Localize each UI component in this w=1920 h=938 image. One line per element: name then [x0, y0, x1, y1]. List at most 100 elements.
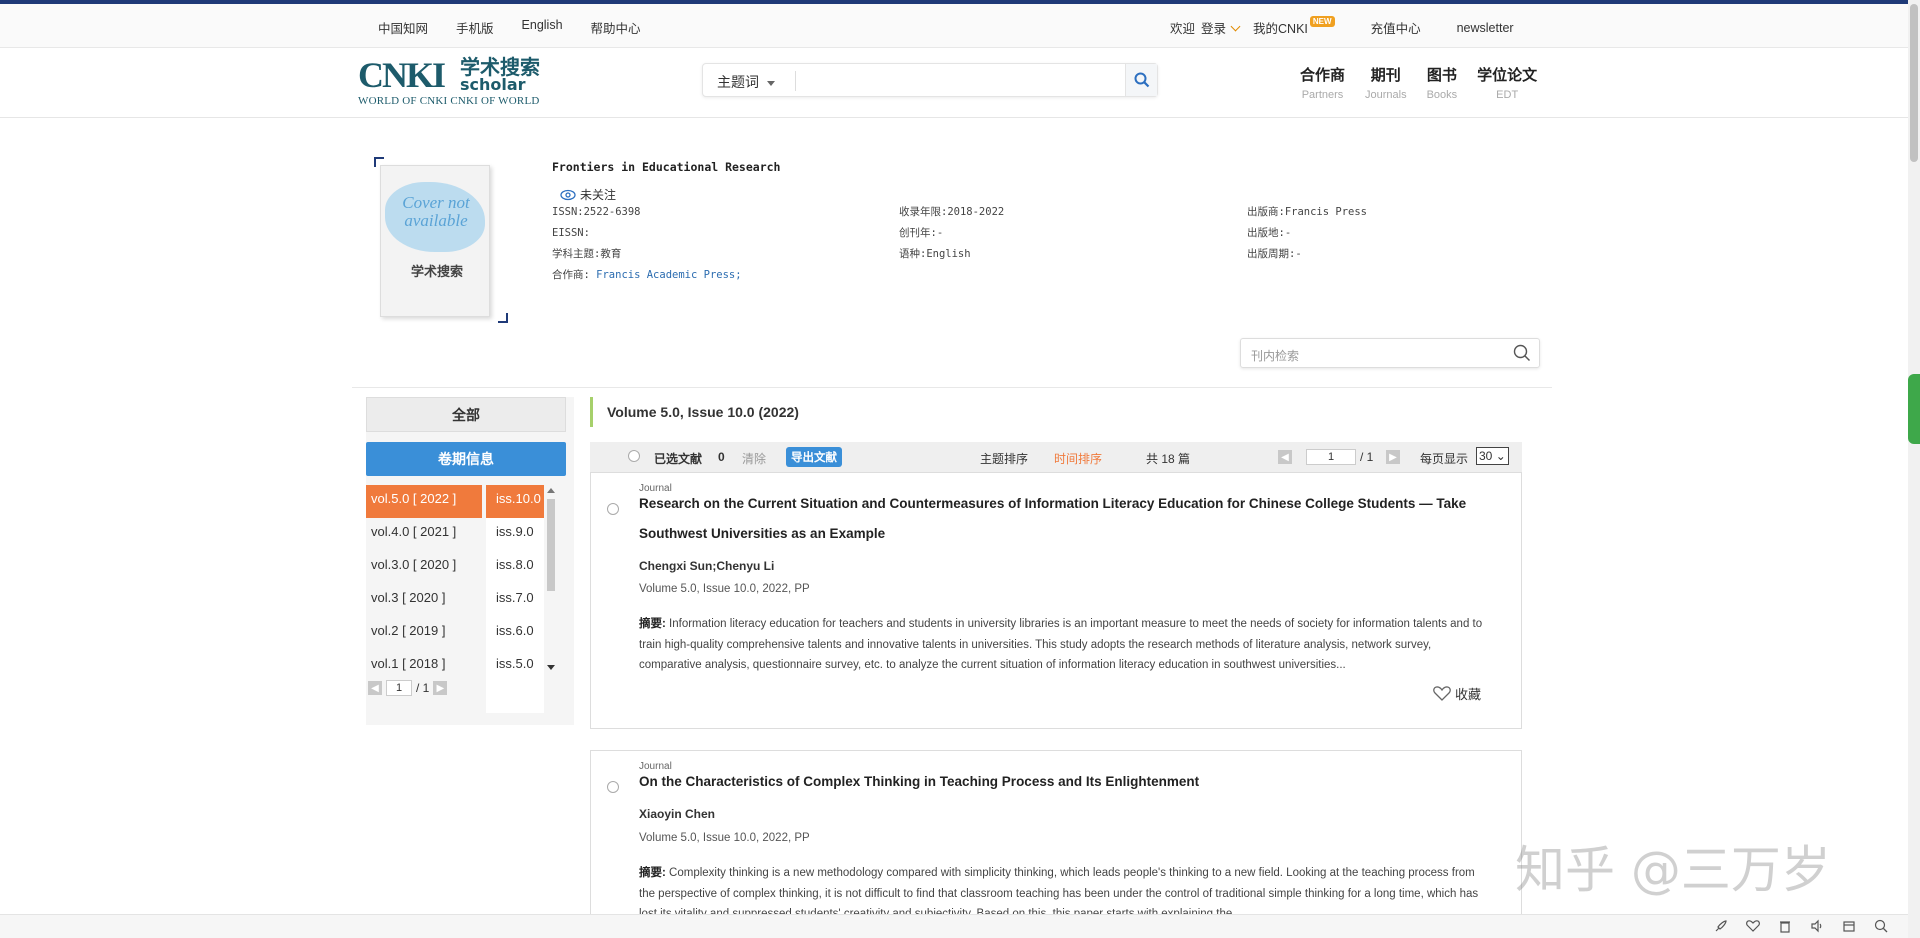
language: 语种:English: [899, 248, 971, 260]
main-nav: 合作商 Partners 期刊 Journals 图书 Books 学位论文 E…: [1300, 64, 1537, 101]
article-title[interactable]: On the Characteristics of Complex Thinki…: [639, 767, 1479, 797]
nav-journals-sub: Journals: [1365, 89, 1407, 101]
in-journal-search-placeholder: 刊内检索: [1251, 349, 1300, 363]
volume-info-button[interactable]: 卷期信息: [366, 442, 566, 476]
volume-item[interactable]: vol.3.0 [ 2020 ]: [366, 551, 482, 584]
issue-scrollbar[interactable]: [546, 485, 556, 675]
article-select-radio[interactable]: [607, 781, 619, 793]
chevron-down-icon[interactable]: [1230, 21, 1241, 31]
rocket-icon[interactable]: [1714, 919, 1728, 933]
publish-place: 出版地:-: [1247, 227, 1292, 239]
all-button[interactable]: 全部: [366, 397, 566, 432]
article-volume-info: Volume 5.0, Issue 10.0, 2022, PP: [639, 832, 810, 844]
main-search: 主题词: [702, 63, 1158, 97]
search-input[interactable]: [803, 64, 1113, 96]
eye-icon: [560, 189, 576, 200]
selected-count: 0: [718, 450, 725, 464]
partner-link[interactable]: Francis Academic Press;: [596, 269, 741, 281]
volume-page-input[interactable]: 1: [386, 680, 412, 696]
volume-item[interactable]: vol.2 [ 2019 ]: [366, 617, 482, 650]
nav-books[interactable]: 图书 Books: [1427, 64, 1458, 101]
user-links: 欢迎 登录 我的CNKI NEW 充值中心 newsletter: [1170, 16, 1514, 37]
scroll-down-icon[interactable]: [546, 663, 556, 671]
dropdown-arrow-icon: [767, 80, 775, 86]
total-count: 共 18 篇: [1146, 452, 1191, 466]
volume-item[interactable]: vol.5.0 [ 2022 ]: [366, 485, 482, 518]
speaker-icon[interactable]: [1810, 919, 1824, 933]
export-button[interactable]: 导出文献: [786, 447, 842, 467]
nav-partners[interactable]: 合作商 Partners: [1300, 64, 1345, 101]
per-page-label: 每页显示: [1420, 452, 1469, 466]
sort-topic[interactable]: 主题排序: [980, 450, 1028, 467]
next-page-icon[interactable]: ▶: [1386, 450, 1400, 464]
search-type-dropdown[interactable]: 主题词: [717, 72, 775, 92]
link-english[interactable]: English: [522, 18, 563, 37]
in-journal-search[interactable]: 刊内检索: [1240, 338, 1540, 368]
trash-icon[interactable]: [1778, 919, 1792, 933]
volume-page-total: / 1: [416, 681, 430, 695]
volume-item[interactable]: vol.1 [ 2018 ]: [366, 650, 482, 683]
publish-cycle: 出版周期:-: [1247, 248, 1302, 260]
sort-time[interactable]: 时间排序: [1054, 450, 1102, 467]
issue-item[interactable]: iss.9.0: [486, 518, 544, 551]
issue-item[interactable]: iss.7.0: [486, 584, 544, 617]
logo-scholar: scholar: [460, 75, 526, 94]
issue-item[interactable]: iss.6.0: [486, 617, 544, 650]
next-page-icon[interactable]: ▶: [433, 681, 448, 695]
nav-partners-title: 合作商: [1300, 67, 1346, 84]
cover-text: Cover not available: [402, 193, 470, 230]
newsletter-link[interactable]: newsletter: [1457, 21, 1514, 35]
article-volume-info: Volume 5.0, Issue 10.0, 2022, PP: [639, 583, 810, 595]
article-select-radio[interactable]: [607, 503, 619, 515]
cover-corner: [498, 313, 508, 323]
window-icon[interactable]: [1842, 919, 1856, 933]
article-authors[interactable]: Chengxi Sun;Chenyu Li: [639, 559, 774, 573]
clear-button[interactable]: 清除: [742, 450, 766, 467]
chevron-down-icon: ⌄: [1495, 449, 1506, 463]
volume-item[interactable]: vol.3 [ 2020 ]: [366, 584, 482, 617]
section-divider: [352, 387, 1552, 388]
top-bar: 中国知网 手机版 English 帮助中心 欢迎 登录 我的CNKI NEW 充…: [0, 4, 1908, 48]
link-mobile[interactable]: 手机版: [456, 18, 494, 37]
article-authors[interactable]: Xiaoyin Chen: [639, 807, 715, 821]
browser-status-bar: [0, 914, 1908, 938]
per-page-select[interactable]: 30 ⌄: [1476, 447, 1509, 465]
nav-edt-sub: EDT: [1496, 89, 1519, 101]
link-help[interactable]: 帮助中心: [591, 18, 641, 37]
login-link[interactable]: 登录: [1201, 18, 1226, 37]
scroll-up-icon[interactable]: [546, 487, 556, 495]
abstract-label: 摘要:: [639, 867, 666, 879]
page-scroll-thumb[interactable]: [1910, 4, 1918, 162]
prev-page-icon[interactable]: ◀: [1278, 450, 1292, 464]
journal-meta-col2: 收录年限:2018-2022 创刊年:- 语种:English: [899, 202, 1004, 265]
watermark: 知乎 @三万岁: [1515, 841, 1831, 899]
volume-pager: ◀ 1 / 1 ▶: [368, 680, 448, 696]
page-input[interactable]: 1: [1306, 449, 1356, 465]
follow-label: 未关注: [580, 188, 617, 202]
link-cnki-home[interactable]: 中国知网: [378, 18, 428, 37]
article-card: Journal On the Characteristics of Comple…: [590, 750, 1522, 920]
issue-item[interactable]: iss.8.0: [486, 551, 544, 584]
nav-journals[interactable]: 期刊 Journals: [1365, 64, 1407, 101]
heart-pulse-icon[interactable]: [1746, 919, 1760, 933]
my-cnki-link[interactable]: 我的CNKI: [1253, 18, 1308, 37]
nav-edt[interactable]: 学位论文 EDT: [1477, 64, 1537, 101]
select-all-radio[interactable]: [628, 450, 640, 462]
issue-item[interactable]: iss.5.0: [486, 650, 544, 683]
favorite-button[interactable]: 收藏: [1433, 684, 1481, 703]
prev-page-icon[interactable]: ◀: [368, 681, 382, 695]
article-title[interactable]: Research on the Current Situation and Co…: [639, 489, 1479, 549]
cnki-scholar-logo[interactable]: CNKI 学术搜索 scholar WORLD OF CNKI CNKI OF …: [358, 57, 558, 108]
zoom-icon[interactable]: [1874, 919, 1888, 933]
follow-button[interactable]: 未关注: [560, 186, 616, 203]
volume-item[interactable]: vol.4.0 [ 2021 ]: [366, 518, 482, 551]
search-divider: [795, 71, 796, 91]
issue-item[interactable]: iss.10.0: [486, 485, 544, 518]
abstract-text: Complexity thinking is a new methodology…: [639, 867, 1479, 915]
search-button[interactable]: [1125, 64, 1157, 96]
side-widget-tab[interactable]: [1908, 374, 1920, 444]
scroll-thumb[interactable]: [547, 499, 555, 591]
search-icon[interactable]: [1513, 344, 1531, 365]
recharge-link[interactable]: 充值中心: [1371, 18, 1421, 37]
page-scrollbar[interactable]: [1908, 0, 1920, 938]
